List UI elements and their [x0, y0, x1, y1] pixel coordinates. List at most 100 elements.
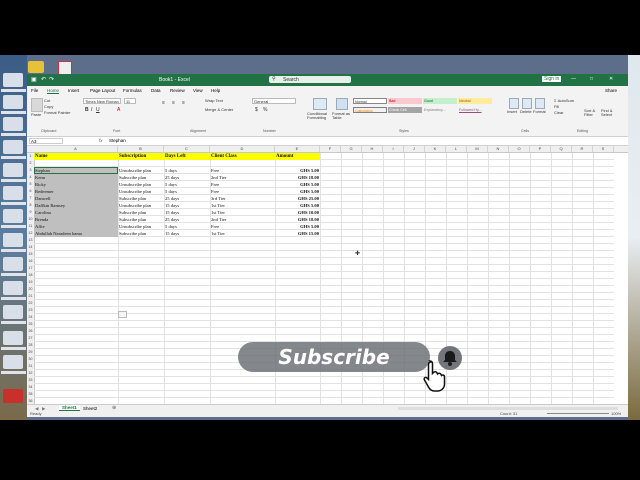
table-cell[interactable]: Abdullah Naradeen bama [34, 230, 118, 237]
number-format-select[interactable]: General [252, 98, 296, 104]
table-cell[interactable]: Free [210, 181, 275, 188]
row-header[interactable]: 12 [27, 230, 34, 237]
format-as-table-label[interactable]: Format as Table [332, 112, 352, 120]
redo-icon[interactable]: ↷ [49, 76, 54, 83]
table-cell[interactable]: 3rd Tier [210, 195, 275, 202]
row-header[interactable]: 13 [27, 237, 34, 244]
delete-cells-icon[interactable] [522, 98, 532, 109]
style-calculation[interactable]: Calculation [353, 107, 387, 113]
row-header[interactable]: 28 [27, 342, 34, 349]
column-header[interactable]: J [404, 146, 425, 152]
table-cell[interactable]: Free [210, 223, 275, 230]
autosave-icon[interactable]: ▣ [31, 76, 37, 83]
column-header[interactable]: Q [551, 146, 572, 152]
format-cells-button[interactable]: Format [533, 109, 546, 114]
column-header[interactable]: N [488, 146, 509, 152]
close-icon[interactable]: ✕ [609, 76, 613, 82]
row-header[interactable]: 17 [27, 265, 34, 272]
column-header[interactable]: C [164, 146, 210, 152]
header-cell[interactable]: Name [34, 153, 118, 160]
row-header[interactable]: 4 [27, 174, 34, 181]
quick-analysis-icon[interactable] [118, 311, 127, 318]
menu-home[interactable]: Home [47, 88, 60, 94]
column-header[interactable]: M [467, 146, 488, 152]
row-header[interactable]: 24 [27, 314, 34, 321]
table-cell[interactable]: Free [210, 167, 275, 174]
menu-page-layout[interactable]: Page Layout [90, 88, 115, 93]
column-header[interactable]: A [34, 146, 118, 152]
name-box[interactable]: A3 [29, 138, 63, 144]
conditional-formatting-label[interactable]: Conditional Formatting [307, 112, 333, 120]
table-cell[interactable]: 5 days [164, 223, 210, 230]
column-header[interactable]: K [425, 146, 446, 152]
row-header[interactable]: 31 [27, 363, 34, 370]
table-cell[interactable]: GHS 5.00 [275, 181, 320, 188]
subscribe-overlay[interactable]: Subscribe [238, 342, 430, 372]
table-cell[interactable]: Subscribe plan [118, 174, 164, 181]
row-header[interactable]: 14 [27, 244, 34, 251]
menu-review[interactable]: Review [170, 88, 185, 93]
header-cell[interactable]: Subscription [118, 153, 164, 160]
row-header[interactable]: 32 [27, 370, 34, 377]
table-cell[interactable]: Unsubscribe plan [118, 188, 164, 195]
bold-icon[interactable]: B [85, 107, 89, 113]
clear-button[interactable]: Clear [554, 110, 564, 115]
desktop-icon[interactable] [3, 186, 23, 200]
table-cell[interactable]: 15 days [164, 230, 210, 237]
table-cell[interactable]: GHS 5.00 [275, 167, 320, 174]
table-cell[interactable]: 1st Tier [210, 202, 275, 209]
align-middle-icon[interactable]: ≡ [172, 100, 175, 106]
row-header[interactable]: 3 [27, 167, 34, 174]
row-header[interactable]: 15 [27, 251, 34, 258]
fx-icon[interactable]: fx [99, 138, 103, 143]
table-cell[interactable]: Free [210, 188, 275, 195]
table-cell[interactable]: 25 days [164, 195, 210, 202]
table-cell[interactable]: GHS 15.00 [275, 230, 320, 237]
desktop-icon[interactable] [3, 95, 23, 109]
font-size-select[interactable]: 11 [124, 98, 136, 104]
find-select-button[interactable]: Find & Select [601, 109, 619, 117]
align-bottom-icon[interactable]: ≡ [182, 100, 185, 106]
format-cells-icon[interactable] [535, 98, 545, 109]
style-good[interactable]: Good [423, 98, 457, 104]
desktop-icon[interactable] [3, 331, 23, 345]
insert-cells-icon[interactable] [509, 98, 519, 109]
currency-icon[interactable]: $ [255, 107, 258, 113]
table-cell[interactable]: Daffkin Ramsey [34, 202, 118, 209]
row-header[interactable]: 2 [27, 160, 34, 167]
autosum-button[interactable]: Σ AutoSum [554, 98, 574, 103]
italic-icon[interactable]: I [91, 107, 92, 113]
table-cell[interactable]: Danwell [34, 195, 118, 202]
table-cell[interactable]: GHS 5.00 [275, 223, 320, 230]
column-header[interactable]: G [341, 146, 362, 152]
table-cell[interactable]: 5 days [164, 188, 210, 195]
desktop-icon[interactable] [3, 209, 23, 223]
table-cell[interactable]: Affie [34, 223, 118, 230]
table-cell[interactable]: Brenda [34, 216, 118, 223]
format-painter-button[interactable]: Format Painter [44, 110, 70, 115]
header-cell[interactable]: Amount [275, 153, 320, 160]
paste-label[interactable]: Paste [31, 112, 41, 117]
paste-icon[interactable] [31, 98, 43, 112]
cut-button[interactable]: Cut [44, 98, 50, 103]
table-cell[interactable]: Subscribe plan [118, 230, 164, 237]
insert-cells-button[interactable]: Insert [507, 109, 517, 114]
folder-icon[interactable] [28, 61, 44, 73]
row-header[interactable]: 20 [27, 286, 34, 293]
row-header[interactable]: 29 [27, 349, 34, 356]
style-check-cell[interactable]: Check Cell [388, 107, 422, 113]
desktop-icon[interactable] [3, 355, 23, 369]
row-header[interactable]: 19 [27, 279, 34, 286]
share-button[interactable]: Share [605, 88, 617, 93]
style-explanatory[interactable]: Explanatory... [423, 107, 457, 113]
maximize-icon[interactable]: □ [590, 76, 593, 82]
row-header[interactable]: 26 [27, 328, 34, 335]
desktop-icon[interactable] [3, 233, 23, 247]
wrap-text-button[interactable]: Wrap Text [205, 98, 223, 103]
desktop-icon[interactable] [3, 257, 23, 271]
pdf-desktop-icon[interactable] [3, 389, 23, 403]
copy-button[interactable]: Copy [44, 104, 53, 109]
column-header[interactable]: P [530, 146, 551, 152]
table-cell[interactable]: 1st Tier [210, 230, 275, 237]
header-cell[interactable]: Client Class [210, 153, 275, 160]
